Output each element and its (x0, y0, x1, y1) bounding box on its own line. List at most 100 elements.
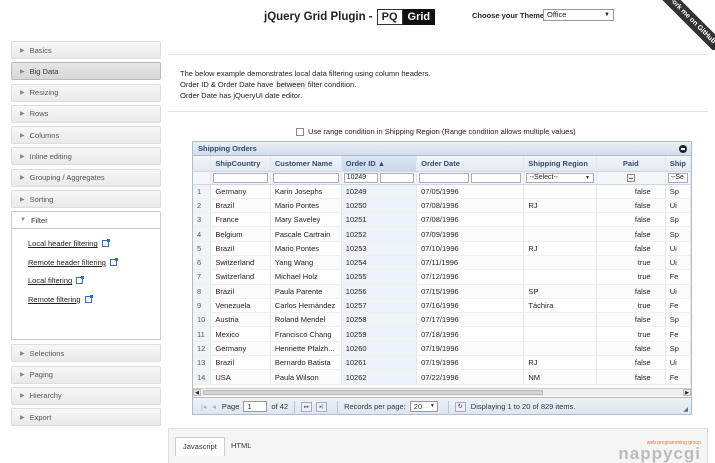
table-row[interactable]: 10 Austria Roland Mendel 10258 07/17/1996 fal… (193, 312, 691, 328)
column-header-paid[interactable]: Paid (596, 156, 666, 172)
sidebar-item-inline-editing[interactable]: ▶ Inline editing (11, 147, 161, 166)
sidebar-item-sorting[interactable]: ▶ Sorting (11, 190, 161, 209)
sidebar-item-selections[interactable]: ▶ Selections (11, 344, 161, 363)
cell-customer[interactable]: Carlos Hernández (270, 298, 342, 314)
cell-customer[interactable]: Paula Parente (270, 284, 342, 299)
table-row[interactable]: 14 USA Paula Wilson 10262 07/22/1996 NM false F… (193, 369, 691, 385)
cell-region[interactable] (523, 212, 597, 228)
sidebar-item-export[interactable]: ▶ Export (11, 408, 161, 427)
range-condition-checkbox[interactable] (296, 127, 304, 136)
cell-region[interactable]: RJ (523, 198, 597, 214)
cell-id[interactable]: 10251 (341, 212, 418, 228)
cell-region[interactable]: RJ (523, 355, 597, 371)
cell-id[interactable]: 10253 (341, 241, 418, 256)
cell-date[interactable]: 07/16/1996 (416, 298, 525, 314)
column-header-order-date[interactable]: Order Date (416, 156, 525, 172)
cell-country[interactable]: Mexico (210, 326, 271, 342)
cell-country[interactable]: Venezuela (210, 298, 271, 314)
sidebar-item-grouping-aggregates[interactable]: ▶ Grouping / Aggregates (11, 168, 161, 187)
submenu-link-remote-header-filtering[interactable]: Remote header filtering (28, 257, 160, 267)
next-page-icon[interactable]: ▸▸ (301, 401, 313, 412)
table-row[interactable]: 11 Mexico Francisco Chang 10259 07/18/1996 tr… (193, 326, 691, 342)
cell-customer[interactable]: Mary Saveley (270, 212, 342, 228)
cell-date[interactable]: 07/15/1996 (416, 284, 525, 299)
sidebar-item-rows[interactable]: ▶ Rows (11, 104, 161, 123)
scroll-right-icon[interactable]: ▶ (683, 389, 691, 396)
cell-country[interactable]: Austria (210, 312, 271, 328)
tab-html[interactable]: HTML (224, 437, 258, 456)
cell-country[interactable]: Switzerland (210, 255, 271, 271)
cell-date[interactable]: 07/09/1996 (416, 226, 525, 242)
cell-ship[interactable]: Sp (665, 212, 691, 228)
sidebar-item-big-data[interactable]: ▶ Big Data (11, 62, 161, 81)
cell-paid[interactable]: false (596, 184, 666, 199)
cell-region[interactable] (523, 226, 597, 242)
cell-region[interactable] (523, 341, 597, 357)
column-header-shipping-region[interactable]: Shipping Region (523, 156, 597, 172)
cell-paid[interactable]: true (596, 255, 666, 271)
cell-paid[interactable]: false (596, 284, 666, 299)
cell-date[interactable]: 07/08/1996 (416, 212, 525, 228)
cell-paid[interactable]: false (596, 341, 666, 357)
cell-id[interactable]: 10259 (341, 326, 418, 342)
cell-country[interactable]: Germany (210, 184, 271, 199)
table-row[interactable]: 12 Germany Henriette Pfalzh... 10260 07/19/1… (193, 341, 691, 357)
table-row[interactable]: 6 Switzerland Yang Wang 10254 07/11/1996 true… (193, 255, 691, 271)
cell-ship[interactable]: Fe (665, 326, 691, 342)
theme-select[interactable]: Office ▼ (543, 9, 614, 21)
records-per-page-select[interactable]: 20 ▼ (409, 401, 438, 412)
horizontal-scrollbar[interactable]: ◀ ▶ (193, 388, 691, 396)
filter-order-id-from[interactable]: 10249 (343, 172, 378, 183)
submenu-link-local-header-filtering[interactable]: Local header filtering (28, 239, 160, 248)
cell-customer[interactable]: Roland Mendel (270, 312, 342, 328)
filter-order-date-to[interactable] (471, 172, 522, 183)
cell-date[interactable]: 07/08/1996 (416, 198, 525, 214)
filter-customer-input[interactable] (272, 172, 339, 183)
cell-paid[interactable]: false (596, 355, 666, 371)
cell-region[interactable] (523, 312, 597, 328)
cell-region[interactable] (523, 255, 597, 271)
column-header-customer-name[interactable]: Customer Name (270, 156, 342, 172)
scrollbar-thumb[interactable] (203, 390, 543, 395)
filter-paid-checkbox[interactable] (626, 173, 635, 182)
table-row[interactable]: 2 Brazil Mario Pontes 10250 07/08/1996 RJ fals… (193, 198, 691, 214)
sidebar-item-filter[interactable]: ▼ Filter (11, 211, 161, 230)
cell-customer[interactable]: Bernardo Batista (270, 355, 342, 371)
cell-customer[interactable]: Mario Pontes (270, 241, 342, 256)
cell-region[interactable] (523, 326, 597, 342)
column-header-order-id[interactable]: Order ID ▲ (341, 156, 418, 172)
cell-country[interactable]: Brazil (210, 284, 271, 299)
cell-id[interactable]: 10257 (341, 298, 418, 314)
cell-customer[interactable]: Mario Pontes (270, 198, 342, 214)
sidebar-item-paging[interactable]: ▶ Paging (11, 365, 161, 384)
table-row[interactable]: 1 Germany Karin Josephs 10249 07/05/1996 fals… (193, 184, 691, 199)
cell-customer[interactable]: Paula Wilson (270, 369, 342, 385)
cell-ship[interactable]: Ui (665, 241, 691, 256)
cell-date[interactable]: 07/10/1996 (416, 241, 525, 256)
table-row[interactable]: 9 Venezuela Carlos Hernández 10257 07/16/199… (193, 298, 691, 314)
cell-id[interactable]: 10258 (341, 312, 418, 328)
cell-country[interactable]: Belgium (210, 226, 271, 242)
cell-ship[interactable]: Ui (665, 284, 691, 299)
collapse-icon[interactable] (679, 145, 687, 153)
cell-id[interactable]: 10255 (341, 269, 418, 285)
cell-country[interactable]: Brazil (210, 241, 271, 256)
cell-date[interactable]: 07/19/1996 (416, 341, 525, 357)
column-header-ship[interactable]: Ship (665, 156, 691, 172)
cell-id[interactable]: 10249 (341, 184, 418, 199)
cell-paid[interactable]: false (596, 369, 666, 385)
resize-grip-icon[interactable]: ◢ (683, 406, 688, 413)
cell-date[interactable]: 07/18/1996 (416, 326, 525, 342)
cell-ship[interactable]: Ui (665, 255, 691, 271)
refresh-icon[interactable]: ↻ (454, 401, 466, 412)
cell-customer[interactable]: Francisco Chang (270, 326, 342, 342)
cell-date[interactable]: 07/17/1996 (416, 312, 525, 328)
submenu-link-local-filtering[interactable]: Local filtering (28, 276, 160, 285)
sidebar-item-basics[interactable]: ▶ Basics (11, 41, 161, 59)
last-page-icon[interactable]: ▸| (316, 401, 328, 412)
cell-id[interactable]: 10261 (341, 355, 418, 371)
cell-region[interactable]: NM (523, 369, 597, 385)
cell-region[interactable]: Táchira (523, 298, 597, 314)
cell-date[interactable]: 07/22/1996 (416, 369, 525, 385)
cell-date[interactable]: 07/12/1996 (416, 269, 525, 285)
